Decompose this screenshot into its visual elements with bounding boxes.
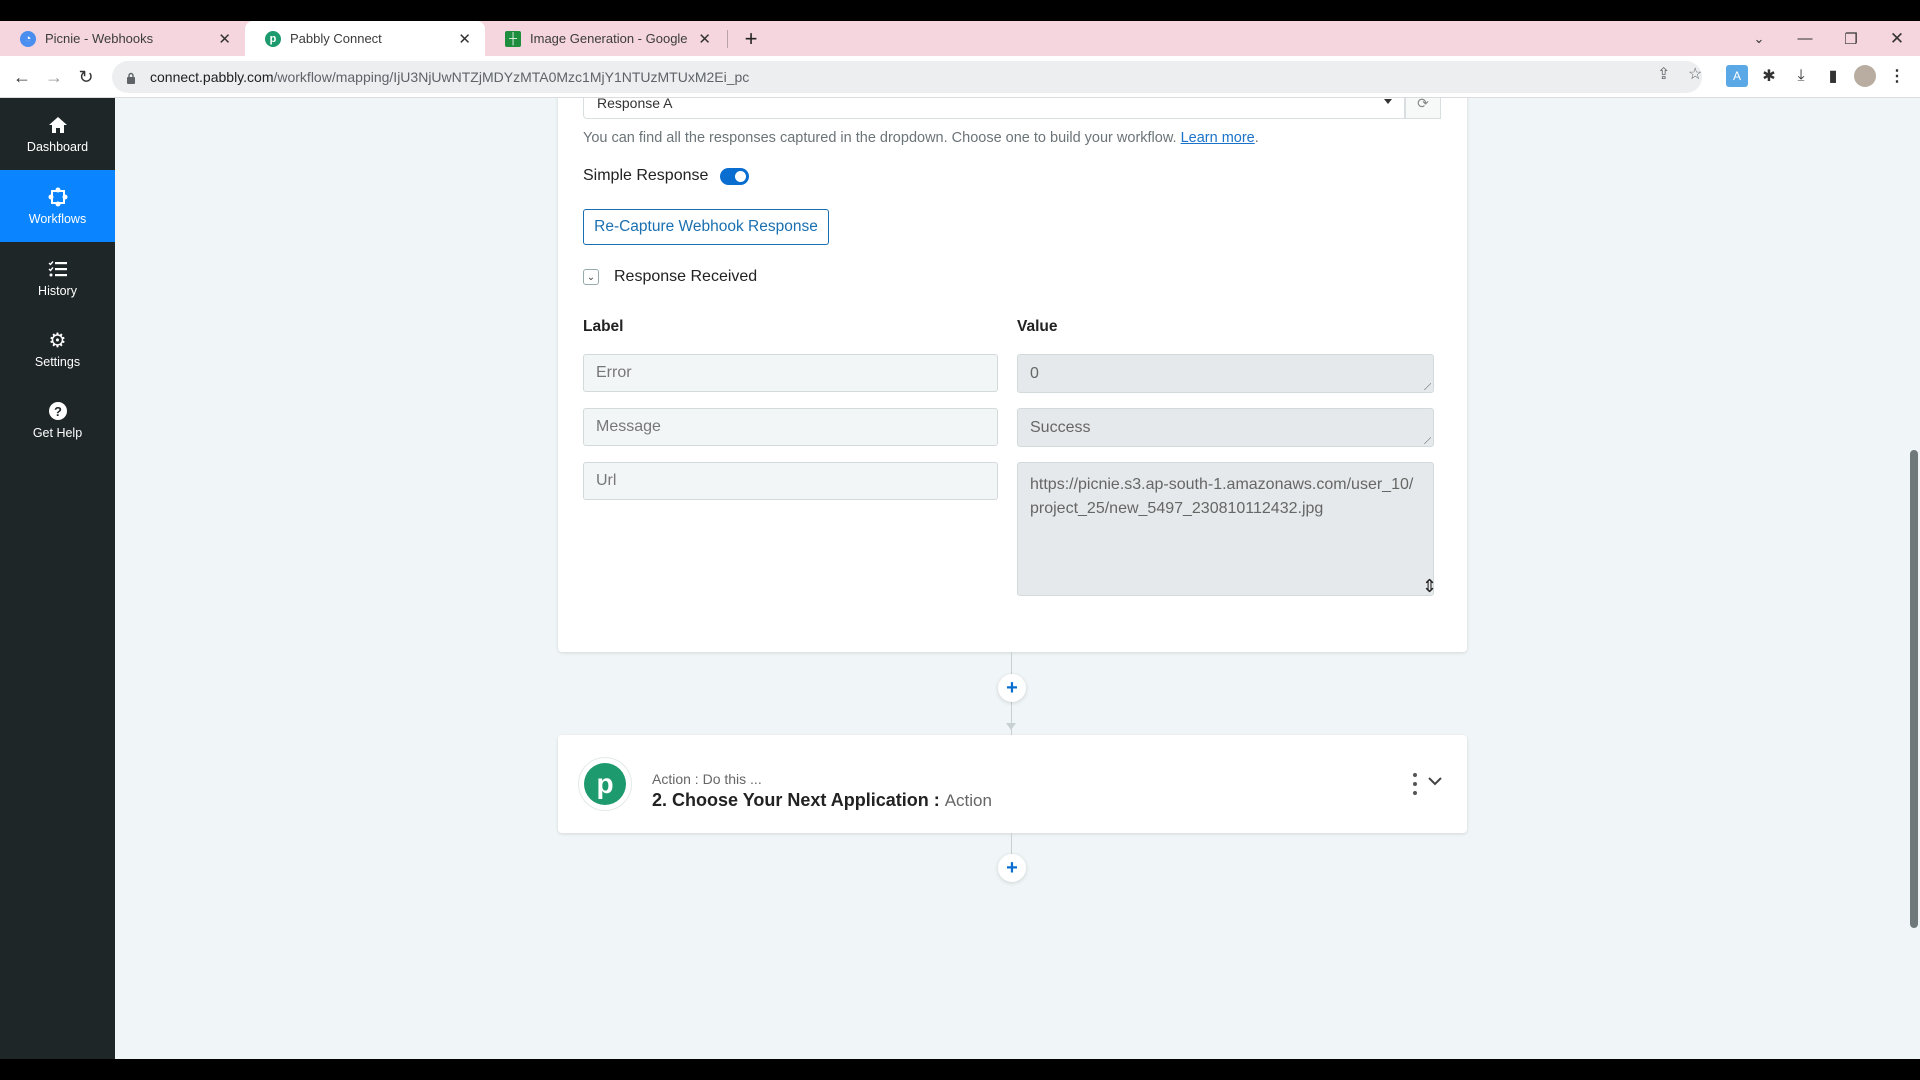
- more-options-icon[interactable]: [1410, 773, 1420, 795]
- url-input[interactable]: connect.pabbly.com/workflow/mapping/IjU3…: [112, 61, 1702, 93]
- sidebar: Dashboard Workflows History ⚙ Settings ?…: [0, 98, 115, 1059]
- close-tab-icon[interactable]: ✕: [218, 30, 231, 48]
- label-field-message[interactable]: Message: [583, 408, 998, 446]
- sidebar-item-label: Get Help: [32, 426, 83, 440]
- learn-more-link[interactable]: Learn more: [1181, 130, 1255, 146]
- lock-icon: [126, 71, 136, 84]
- value-column-header: Value: [1017, 318, 1058, 335]
- response-select-value: Response A: [597, 98, 673, 111]
- workflow-canvas: Response A ⟳ You can find all the respon…: [115, 98, 1920, 1059]
- resize-grip-icon[interactable]: [1423, 436, 1431, 444]
- simple-response-label: Simple Response: [583, 167, 709, 184]
- label-field-url[interactable]: Url: [583, 462, 998, 500]
- chevron-down-icon: ⌄: [583, 269, 599, 285]
- browser-tab-pabbly[interactable]: p Pabbly Connect ✕: [245, 21, 485, 56]
- pabbly-app-logo: p: [578, 757, 632, 811]
- sidebar-item-label: Dashboard: [26, 140, 89, 154]
- extension-a-icon[interactable]: A: [1726, 65, 1748, 87]
- recapture-webhook-response-button[interactable]: Re-Capture Webhook Response: [583, 209, 829, 245]
- add-step-button[interactable]: +: [998, 854, 1026, 882]
- side-panel-icon[interactable]: ▮: [1822, 65, 1844, 87]
- pabbly-icon: p: [265, 30, 281, 47]
- tab-title: Picnie - Webhooks: [45, 31, 154, 46]
- tab-search-icon[interactable]: ⌄: [1736, 21, 1782, 56]
- new-tab-button[interactable]: +: [737, 21, 765, 56]
- svg-text:?: ?: [54, 404, 62, 419]
- extensions-puzzle-icon[interactable]: ✱: [1758, 65, 1780, 87]
- forward-button[interactable]: →: [40, 63, 68, 91]
- bookmark-star-icon[interactable]: ☆: [1688, 64, 1702, 84]
- refresh-responses-button[interactable]: ⟳: [1405, 98, 1441, 119]
- value-field-message[interactable]: Success: [1017, 408, 1434, 447]
- webhook-trigger-card: Response A ⟳ You can find all the respon…: [558, 98, 1467, 652]
- download-icon[interactable]: ⤓: [1790, 65, 1812, 87]
- address-bar: ← → ↻ connect.pabbly.com/workflow/mappin…: [0, 56, 1920, 98]
- restore-button[interactable]: ❐: [1828, 21, 1874, 56]
- value-field-url[interactable]: https://picnie.s3.ap-south-1.amazonaws.c…: [1017, 462, 1434, 596]
- response-received-toggle[interactable]: ⌄ Response Received: [583, 268, 757, 286]
- tab-separator: [727, 30, 728, 48]
- refresh-icon: ⟳: [1417, 98, 1429, 111]
- sidebar-item-label: History: [38, 284, 77, 298]
- sidebar-item-history[interactable]: History: [0, 242, 115, 314]
- browser-menu-icon[interactable]: ⋮: [1886, 65, 1908, 87]
- profile-avatar[interactable]: [1854, 65, 1876, 87]
- connector-arrow-icon: [1006, 723, 1016, 730]
- action-subtitle: Action : Do this ...: [652, 771, 762, 787]
- sidebar-item-label: Settings: [34, 355, 81, 369]
- share-icon[interactable]: ⇪: [1657, 64, 1670, 84]
- tab-title: Pabbly Connect: [290, 31, 382, 46]
- resize-cursor-icon: ⇕: [1422, 576, 1438, 596]
- back-button[interactable]: ←: [8, 63, 36, 91]
- action-title: 2. Choose Your Next Application : Action: [652, 790, 992, 810]
- browser-tab-picnie[interactable]: ◔ Picnie - Webhooks ✕: [0, 21, 245, 56]
- minimize-button[interactable]: —: [1782, 21, 1828, 56]
- google-sheets-icon: ┼: [505, 30, 521, 47]
- close-tab-icon[interactable]: ✕: [698, 30, 711, 48]
- value-field-error[interactable]: 0: [1017, 354, 1434, 393]
- simple-response-row: Simple Response: [583, 167, 750, 185]
- history-list-icon: [48, 258, 68, 280]
- response-select[interactable]: Response A: [583, 98, 1405, 119]
- sidebar-item-workflows[interactable]: Workflows: [0, 170, 115, 242]
- simple-response-toggle[interactable]: [720, 167, 750, 185]
- reload-button[interactable]: ↻: [72, 63, 100, 91]
- os-top-bar: [0, 0, 1920, 21]
- sidebar-item-settings[interactable]: ⚙ Settings: [0, 313, 115, 385]
- response-received-label: Response Received: [614, 268, 758, 285]
- page-scrollbar-thumb[interactable]: [1910, 450, 1918, 928]
- action-step-card[interactable]: p Action : Do this ... 2. Choose Your Ne…: [558, 735, 1467, 833]
- os-bottom-bar: [0, 1059, 1920, 1080]
- caret-down-icon: [1384, 99, 1392, 104]
- action-title-suffix: Action: [944, 791, 992, 810]
- url-path: /workflow/mapping/IjU3NjUwNTZjMDYzMTA0Mz…: [273, 69, 750, 85]
- resize-grip-icon[interactable]: [1423, 382, 1431, 390]
- label-column-header: Label: [583, 318, 624, 335]
- tab-title: Image Generation - Google Shee: [530, 31, 690, 46]
- expand-chevron-icon[interactable]: [1428, 773, 1442, 791]
- close-window-button[interactable]: ✕: [1874, 21, 1920, 56]
- browser-tab-google-sheets[interactable]: ┼ Image Generation - Google Shee ✕: [485, 21, 725, 56]
- home-icon: [48, 114, 68, 136]
- label-field-error[interactable]: Error: [583, 354, 998, 392]
- sidebar-item-get-help[interactable]: ? Get Help: [0, 384, 115, 456]
- picnie-icon: ◔: [20, 30, 36, 47]
- url-host: connect.pabbly.com: [150, 69, 274, 85]
- close-tab-icon[interactable]: ✕: [458, 30, 471, 48]
- sidebar-item-dashboard[interactable]: Dashboard: [0, 98, 115, 170]
- gear-icon: ⚙: [48, 329, 67, 352]
- workflow-icon: [47, 186, 69, 208]
- help-icon: ?: [48, 400, 68, 422]
- sidebar-item-label: Workflows: [28, 212, 87, 226]
- browser-tab-strip: ◔ Picnie - Webhooks ✕ p Pabbly Connect ✕…: [0, 21, 1920, 56]
- add-step-button[interactable]: +: [998, 674, 1026, 702]
- response-help-text: You can find all the responses captured …: [583, 130, 1259, 146]
